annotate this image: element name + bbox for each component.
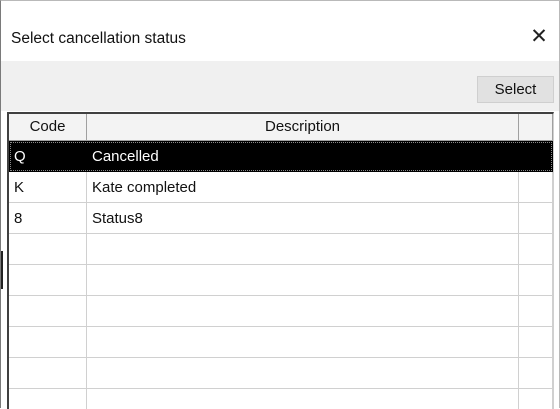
code-cell: Q — [9, 141, 87, 172]
extra-cell — [519, 327, 553, 358]
code-cell — [9, 389, 87, 409]
close-icon[interactable]: ✕ — [521, 21, 557, 53]
description-cell — [87, 296, 519, 327]
code-cell: K — [9, 172, 87, 203]
table-row[interactable] — [9, 296, 553, 327]
table-body: Q Cancelled K Kate completed 8 Status8 — [9, 141, 553, 409]
table-row[interactable]: 8 Status8 — [9, 203, 553, 234]
table-row[interactable] — [9, 358, 553, 389]
extra-cell — [519, 234, 553, 265]
code-cell — [9, 234, 87, 265]
column-header-code[interactable]: Code — [9, 114, 87, 141]
description-cell — [87, 389, 519, 409]
column-header-description[interactable]: Description — [87, 114, 519, 141]
table-header: Code Description — [9, 114, 553, 141]
description-cell — [87, 234, 519, 265]
status-table: Code Description Q Cancelled K Kate comp… — [7, 112, 554, 409]
description-cell: Kate completed — [87, 172, 519, 203]
table-row[interactable]: K Kate completed — [9, 172, 553, 203]
description-cell: Status8 — [87, 203, 519, 234]
table-row[interactable] — [9, 265, 553, 296]
column-header-extra[interactable] — [519, 114, 553, 141]
select-button[interactable]: Select — [477, 76, 554, 103]
description-cell — [87, 358, 519, 389]
extra-cell — [519, 203, 553, 234]
code-cell — [9, 296, 87, 327]
extra-cell — [519, 296, 553, 327]
description-cell — [87, 265, 519, 296]
table-row[interactable] — [9, 234, 553, 265]
extra-cell — [519, 389, 553, 409]
code-cell — [9, 265, 87, 296]
table-row[interactable] — [9, 389, 553, 409]
title-bar: Select cancellation status ✕ — [1, 1, 559, 61]
code-cell — [9, 358, 87, 389]
description-cell — [87, 327, 519, 358]
cancellation-status-dialog: Select cancellation status ✕ Select Code… — [0, 0, 560, 409]
extra-cell — [519, 172, 553, 203]
code-cell: 8 — [9, 203, 87, 234]
toolbar: Select — [1, 61, 559, 111]
extra-cell — [519, 265, 553, 296]
table-row[interactable] — [9, 327, 553, 358]
extra-cell — [519, 358, 553, 389]
table-row[interactable]: Q Cancelled — [9, 141, 553, 172]
description-cell: Cancelled — [87, 141, 519, 172]
dialog-title: Select cancellation status — [11, 30, 186, 47]
code-cell — [9, 327, 87, 358]
extra-cell — [519, 141, 553, 172]
window-edge-marker — [1, 251, 3, 289]
